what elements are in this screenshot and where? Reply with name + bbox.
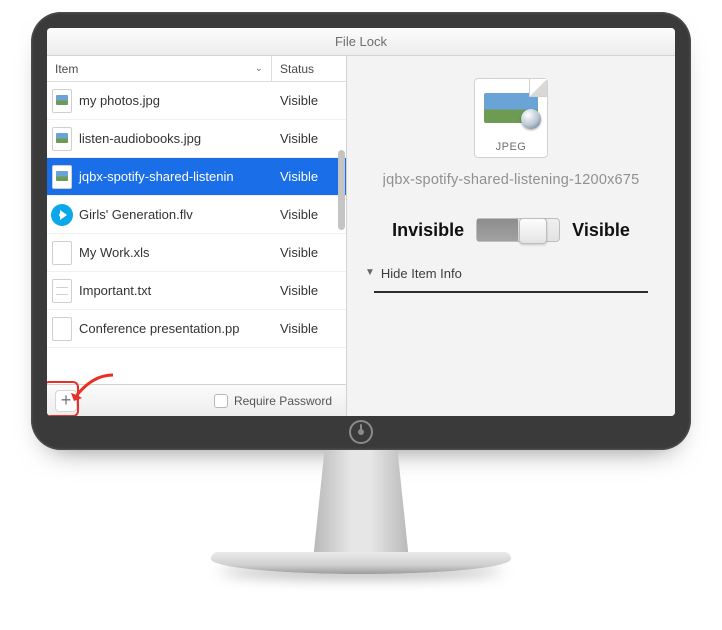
detail-filename: jqbx-spotify-shared-listening-1200x675	[383, 172, 640, 188]
file-status: Visible	[272, 283, 346, 298]
table-header: Item ⌄ Status	[47, 56, 346, 82]
file-name: my photos.jpg	[77, 93, 272, 108]
hide-item-info-disclosure[interactable]: ▼ Hide Item Info	[365, 266, 462, 281]
file-status: Visible	[272, 131, 346, 146]
blank-file-icon	[47, 317, 77, 341]
file-status: Visible	[272, 321, 346, 336]
titlebar: File Lock	[47, 28, 675, 56]
app-window: File Lock Item ⌄ Status my photos.jpgVis…	[47, 28, 675, 416]
file-list[interactable]: my photos.jpgVisiblelisten-audiobooks.jp…	[47, 82, 346, 384]
column-header-item[interactable]: Item ⌄	[47, 56, 272, 81]
file-type-label: JPEG	[496, 141, 527, 153]
file-name: Important.txt	[77, 283, 272, 298]
visibility-toggle-row: Invisible Visible	[392, 218, 630, 242]
sort-chevron-icon: ⌄	[255, 63, 263, 74]
file-name: Girls' Generation.flv	[77, 207, 272, 222]
jpeg-file-icon	[47, 89, 77, 113]
blank-file-icon	[47, 241, 77, 265]
imac-monitor: File Lock Item ⌄ Status my photos.jpgVis…	[31, 12, 691, 450]
table-row[interactable]: My Work.xlsVisible	[47, 234, 346, 272]
table-row[interactable]: jqbx-spotify-shared-listeninVisible	[47, 158, 346, 196]
table-row[interactable]: my photos.jpgVisible	[47, 82, 346, 120]
file-status: Visible	[272, 169, 346, 184]
table-row[interactable]: Conference presentation.ppVisible	[47, 310, 346, 348]
table-row[interactable]: Girls' Generation.flvVisible	[47, 196, 346, 234]
invisible-label: Invisible	[392, 220, 464, 241]
scrollbar-thumb[interactable]	[338, 150, 345, 230]
file-status: Visible	[272, 93, 346, 108]
require-password-label: Require Password	[234, 394, 332, 408]
content-area: Item ⌄ Status my photos.jpgVisiblelisten…	[47, 56, 675, 416]
imac-neck	[313, 450, 409, 560]
left-pane: Item ⌄ Status my photos.jpgVisiblelisten…	[47, 56, 347, 416]
file-status: Visible	[272, 245, 346, 260]
preview-magnifier-icon	[521, 109, 541, 129]
file-preview-icon: JPEG	[474, 78, 548, 158]
require-password-checkbox[interactable]	[214, 394, 228, 408]
jpeg-file-icon	[47, 165, 77, 189]
txt-file-icon	[47, 279, 77, 303]
imac-base	[211, 552, 511, 574]
file-name: listen-audiobooks.jpg	[77, 131, 272, 146]
jpeg-file-icon	[47, 127, 77, 151]
detail-pane: JPEG jqbx-spotify-shared-listening-1200x…	[347, 56, 675, 416]
column-header-status[interactable]: Status	[272, 56, 346, 81]
file-name: My Work.xls	[77, 245, 272, 260]
visible-label: Visible	[572, 220, 630, 241]
require-password-option[interactable]: Require Password	[214, 394, 332, 408]
flv-file-icon	[47, 204, 77, 226]
monitor-logo-icon	[349, 420, 373, 444]
table-row[interactable]: listen-audiobooks.jpgVisible	[47, 120, 346, 158]
visibility-switch[interactable]	[476, 218, 560, 242]
table-row[interactable]: Important.txtVisible	[47, 272, 346, 310]
disclosure-triangle-icon: ▼	[365, 267, 375, 278]
left-footer: + Require Password	[47, 384, 346, 416]
add-button[interactable]: +	[55, 390, 77, 412]
file-status: Visible	[272, 207, 346, 222]
file-name: Conference presentation.pp	[77, 321, 272, 336]
file-name: jqbx-spotify-shared-listenin	[77, 169, 272, 184]
window-title: File Lock	[335, 34, 387, 49]
detail-separator	[374, 291, 648, 293]
